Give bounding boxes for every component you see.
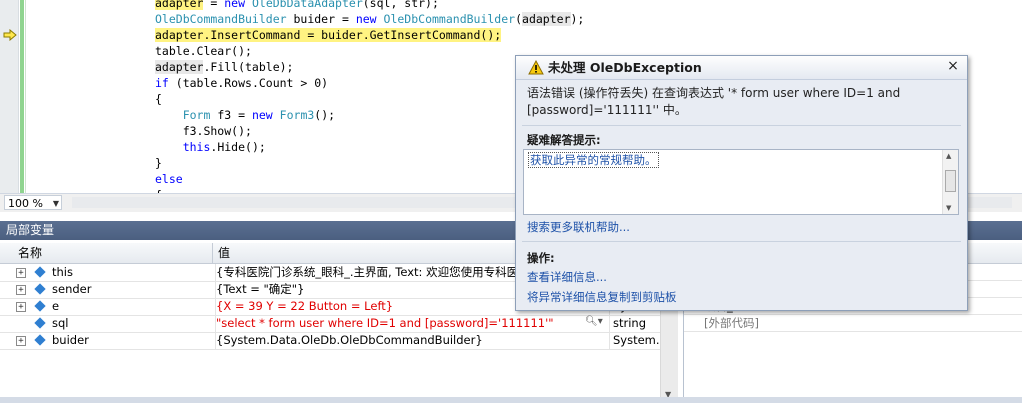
zoom-dropdown[interactable]: 100 % ▼	[4, 195, 62, 210]
variable-name: sender	[52, 282, 92, 296]
call-stack-row[interactable]: [外部代码]	[684, 315, 1022, 332]
variable-name: this	[52, 265, 73, 279]
variable-value[interactable]: {System.Data.OleDb.OleDbCommandBuilder}	[215, 332, 608, 349]
code-token: adapter	[522, 12, 571, 26]
code-token: .Hide();	[210, 140, 266, 154]
code-line[interactable]: adapter.Fill(table);	[155, 59, 293, 75]
change-tracking-bar	[20, 0, 24, 193]
scroll-up-icon[interactable]: ▲	[946, 152, 951, 160]
variable-type: string	[609, 315, 665, 332]
bottom-tab-strip	[0, 397, 1022, 403]
expand-icon[interactable]: +	[16, 302, 26, 312]
variable-icon	[34, 317, 46, 329]
locals-row[interactable]: sql "select * form user where ID=1 and [p…	[0, 315, 660, 333]
code-token: else	[155, 172, 183, 186]
code-line[interactable]: Form f3 = new Form3();	[155, 107, 335, 123]
code-token: ();	[314, 108, 336, 122]
code-token: }	[155, 156, 162, 170]
chevron-down-icon: ▼	[52, 199, 59, 208]
code-line[interactable]: adapter = new OleDbDataAdapter(sql, str)…	[155, 0, 439, 11]
expand-icon[interactable]: +	[16, 268, 26, 278]
current-statement-arrow-icon	[3, 29, 17, 41]
variable-type: System.D	[609, 332, 665, 349]
code-token: .Fill(table);	[203, 60, 294, 74]
search-online-help-link[interactable]: 搜索更多联机帮助...	[527, 219, 630, 235]
code-line[interactable]: OleDbCommandBuilder buider = new OleDbCo…	[155, 11, 584, 27]
divider	[522, 125, 961, 126]
code-line[interactable]: {	[155, 91, 162, 107]
code-token: (table.Rows.Count > 0)	[168, 76, 329, 90]
code-line[interactable]: f3.Show();	[155, 123, 252, 139]
exception-title-bar: 未处理 OleDbException ×	[516, 56, 967, 80]
close-icon[interactable]: ×	[945, 58, 961, 75]
code-token: OleDbCommandBuilder	[383, 12, 516, 26]
code-line[interactable]: }	[155, 155, 162, 171]
code-token: OleDbDataAdapter	[251, 0, 363, 10]
variable-name: e	[52, 299, 60, 313]
column-header-name[interactable]: 名称	[0, 243, 213, 263]
variable-icon	[34, 300, 46, 312]
code-token: adapter.InsertCommand = buider.GetInsert…	[155, 28, 502, 42]
code-token: new	[224, 0, 246, 10]
code-token: (sql, str);	[362, 0, 439, 10]
code-token: Form3	[279, 108, 315, 122]
exception-title: 未处理 OleDbException	[548, 60, 702, 75]
exception-assistant: 未处理 OleDbException × 语法错误 (操作符丢失) 在查询表达式…	[515, 55, 968, 311]
variable-value[interactable]: "select * form user where ID=1 and [pass…	[215, 315, 608, 332]
code-line[interactable]: adapter.InsertCommand = buider.GetInsert…	[155, 27, 502, 43]
code-line[interactable]: if (table.Rows.Count > 0)	[155, 75, 328, 91]
code-token: {	[155, 92, 162, 106]
tips-list: 获取此异常的常规帮助。 ▲ ▼	[523, 149, 959, 215]
code-token: adapter	[155, 0, 204, 10]
code-token: new	[251, 108, 273, 122]
expand-icon[interactable]: +	[16, 336, 26, 346]
code-line[interactable]: this.Hide();	[155, 139, 266, 155]
code-token: =	[203, 0, 225, 10]
actions-heading: 操作:	[527, 251, 555, 265]
code-token: Form	[182, 108, 211, 122]
tip-link-general-help[interactable]: 获取此异常的常规帮助。	[528, 152, 659, 168]
code-line[interactable]: table.Clear();	[155, 43, 252, 59]
warning-icon	[528, 60, 544, 75]
code-token: if	[155, 76, 169, 90]
zoom-value: 100 %	[8, 197, 43, 210]
code-line[interactable]: else	[155, 171, 183, 187]
code-token: (	[515, 12, 523, 26]
code-token: f3 =	[210, 108, 252, 122]
expand-icon[interactable]: +	[16, 285, 26, 295]
variable-name: sql	[52, 316, 69, 330]
code-token: adapter	[155, 60, 204, 74]
code-token: new	[355, 12, 377, 26]
copy-details-link[interactable]: 将异常详细信息复制到剪贴板	[527, 289, 677, 305]
code-token: OleDbCommandBuilder	[155, 12, 287, 26]
variable-icon	[34, 283, 46, 295]
tips-heading: 疑难解答提示:	[527, 133, 601, 147]
code-token: f3.Show();	[155, 124, 252, 138]
locals-row[interactable]: + buider {System.Data.OleDb.OleDbCommandBu…	[0, 332, 665, 350]
text-visualizer-icon[interactable]: 🔍︎▾	[585, 316, 603, 327]
scroll-thumb[interactable]	[945, 170, 956, 192]
scroll-down-icon[interactable]: ▼	[946, 204, 951, 212]
divider	[522, 241, 961, 242]
variable-name: buider	[52, 333, 89, 347]
exception-message: 语法错误 (操作符丢失) 在查询表达式 '* form user where I…	[527, 86, 901, 117]
code-token: );	[570, 12, 585, 26]
variable-icon	[34, 334, 46, 346]
code-token: buider =	[286, 12, 356, 26]
gutter-separator	[25, 0, 26, 193]
code-token: this	[182, 140, 211, 154]
code-token: table.Clear();	[155, 44, 252, 58]
tips-scrollbar[interactable]: ▲ ▼	[942, 150, 958, 214]
view-details-link[interactable]: 查看详细信息...	[527, 269, 607, 285]
variable-icon	[34, 266, 46, 278]
